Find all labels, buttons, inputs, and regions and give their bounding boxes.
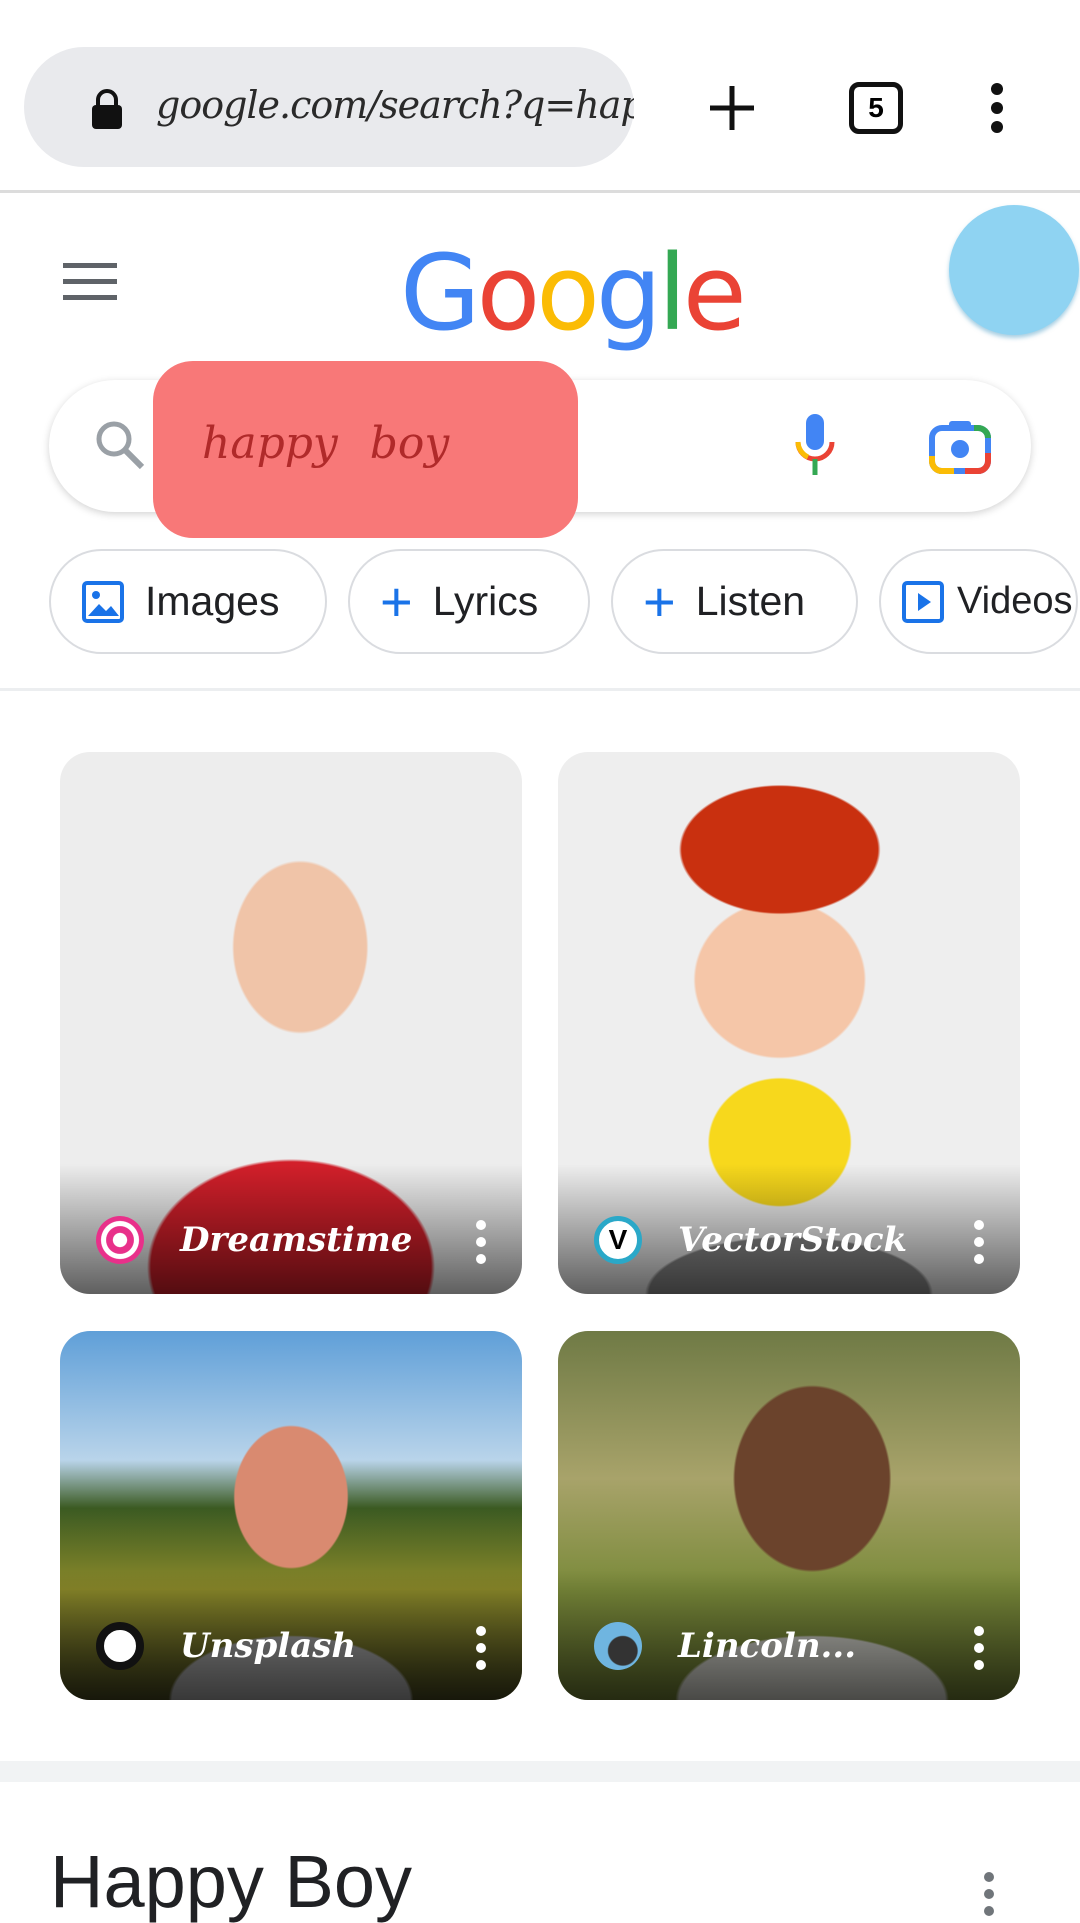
more-vert-icon[interactable] [476, 1220, 486, 1264]
chip-videos[interactable]: Videos [879, 549, 1078, 654]
account-avatar[interactable] [949, 205, 1079, 335]
plus-icon: + [643, 569, 676, 633]
lincoln-favicon [594, 1622, 642, 1670]
more-vert-icon[interactable] [991, 83, 1003, 133]
more-vert-icon[interactable] [984, 1872, 994, 1923]
image-result[interactable]: Dreamstime [60, 752, 522, 1294]
address-bar[interactable]: google.com/search?q=happy+ [24, 47, 634, 167]
toolbar-divider [0, 190, 1080, 193]
google-logo[interactable]: Google [400, 232, 747, 354]
chip-images[interactable]: Images [49, 549, 327, 654]
divider [0, 688, 1080, 691]
dreamstime-favicon [96, 1216, 144, 1264]
chip-label: Lyrics [432, 578, 539, 624]
image-icon [82, 580, 124, 623]
more-vert-icon[interactable] [476, 1626, 486, 1670]
lens-camera-icon[interactable] [929, 418, 991, 474]
tab-switcher-button[interactable]: 5 [849, 82, 903, 134]
search-query[interactable]: happy boy [202, 418, 449, 469]
more-vert-icon[interactable] [974, 1220, 984, 1264]
image-source[interactable]: VectorStock [678, 1220, 907, 1260]
chip-lyrics[interactable]: + Lyrics [348, 549, 590, 654]
play-icon [902, 580, 944, 623]
image-source[interactable]: Unsplash [180, 1626, 356, 1666]
vectorstock-favicon: V [594, 1216, 642, 1264]
search-icon [96, 421, 145, 470]
more-vert-icon[interactable] [974, 1626, 984, 1670]
section-divider [0, 1761, 1080, 1782]
lock-icon [92, 89, 122, 129]
chip-listen[interactable]: + Listen [611, 549, 858, 654]
chip-label: Listen [695, 578, 806, 624]
plus-icon: + [380, 569, 413, 633]
image-source[interactable]: Lincoln... [678, 1626, 856, 1666]
url-text[interactable]: google.com/search?q=happy+ [156, 83, 634, 127]
hamburger-menu-icon[interactable] [63, 263, 117, 301]
mic-icon[interactable] [793, 412, 837, 478]
section-title: Happy Boy [50, 1840, 412, 1923]
image-result[interactable]: V VectorStock [558, 752, 1020, 1294]
new-tab-plus-icon[interactable] [707, 83, 757, 133]
image-result[interactable]: Unsplash [60, 1331, 522, 1700]
image-source[interactable]: Dreamstime [180, 1220, 412, 1260]
image-result[interactable]: Lincoln... [558, 1331, 1020, 1700]
chip-label: Images [145, 578, 280, 624]
unsplash-favicon [96, 1622, 144, 1670]
chip-label: Videos [957, 580, 1073, 622]
